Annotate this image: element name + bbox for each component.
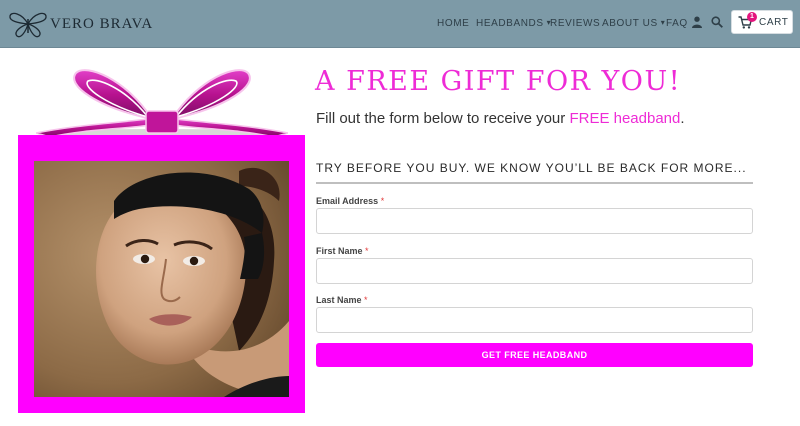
free-headband-highlight: FREE headband [569, 110, 681, 127]
required-marker: * [365, 246, 369, 256]
first-name-label: First Name * [316, 246, 369, 256]
search-icon[interactable] [711, 16, 723, 28]
hero-subline: Fill out the form below to receive your … [316, 110, 685, 127]
required-marker: * [364, 295, 368, 305]
divider [316, 182, 753, 184]
subline-text: Fill out the form below to receive your [316, 110, 570, 127]
get-free-headband-button[interactable]: GET FREE HEADBAND [316, 343, 753, 367]
email-label-text: Email Address [316, 196, 379, 206]
last-name-label-text: Last Name [316, 295, 362, 305]
chevron-down-icon: ▾ [660, 18, 666, 27]
cart-count-badge: 1 [747, 12, 757, 22]
site-header: VERO BRAVA HOME HEADBANDS ▾ REVIEWS ABOUT… [0, 0, 800, 48]
gift-bow-icon [36, 69, 288, 137]
cart-button[interactable]: 1 CART [731, 10, 793, 34]
user-icon[interactable] [692, 16, 702, 28]
first-name-label-text: First Name [316, 246, 363, 256]
brand-name: VERO BRAVA [50, 15, 154, 32]
email-field[interactable] [316, 208, 753, 234]
nav-headbands[interactable]: HEADBANDS ▾ [476, 18, 551, 29]
model-photo [34, 161, 289, 397]
brand-logo[interactable]: VERO BRAVA [8, 9, 153, 39]
nav-reviews[interactable]: REVIEWS [550, 18, 600, 29]
tagline: TRY BEFORE YOU BUY. WE KNOW YOU’LL BE BA… [316, 161, 747, 175]
first-name-field[interactable] [316, 258, 753, 284]
nav-about-us-label: ABOUT US [602, 18, 658, 29]
nav-faq[interactable]: FAQ [666, 18, 688, 29]
butterfly-logo-icon [9, 12, 47, 38]
nav-about-us[interactable]: ABOUT US ▾ [602, 18, 665, 29]
nav-headbands-label: HEADBANDS [476, 18, 544, 29]
woman-wearing-headband-image [34, 161, 289, 397]
page-title: A FREE GIFT FOR YOU! [315, 66, 682, 97]
nav-home[interactable]: HOME [437, 18, 469, 29]
last-name-label: Last Name * [316, 295, 368, 305]
last-name-field[interactable] [316, 307, 753, 333]
email-label: Email Address * [316, 196, 384, 206]
subline-period: . [680, 110, 685, 127]
cart-label: CART [759, 17, 789, 28]
required-marker: * [380, 196, 385, 206]
